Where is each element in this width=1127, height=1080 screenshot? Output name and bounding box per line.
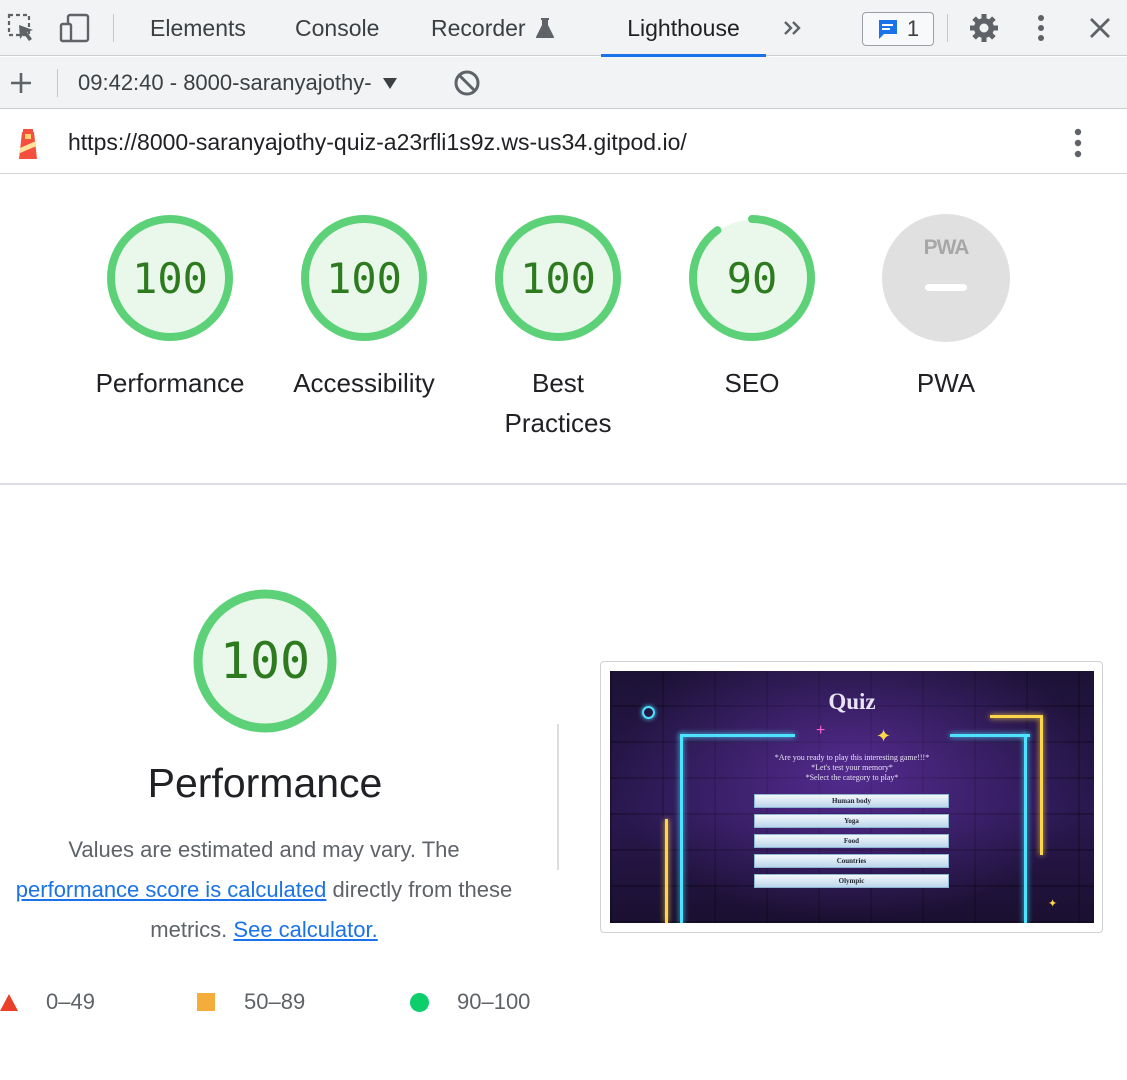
tab-console-label: Console	[295, 14, 380, 41]
final-screenshot-frame[interactable]: + ✦ ✦ Quiz *Are you ready to play this i…	[600, 661, 1103, 933]
average-square-icon	[197, 993, 215, 1011]
performance-gauge-large: 100	[192, 588, 338, 734]
dropdown-triangle-icon	[382, 78, 397, 89]
final-screenshot: + ✦ ✦ Quiz *Are you ready to play this i…	[610, 671, 1094, 923]
message-icon	[878, 20, 897, 39]
toolbar-separator	[57, 69, 58, 97]
pass-circle-icon	[410, 992, 429, 1012]
tab-recorder[interactable]: Recorder	[431, 0, 555, 56]
legend-average: 50–89	[197, 985, 305, 1019]
report-url[interactable]: https://8000-saranyajothy-quiz-a23rfli1s…	[68, 110, 687, 174]
toolbar-separator	[113, 14, 114, 42]
neon-line	[1024, 734, 1027, 923]
neon-plus-icon: +	[816, 722, 826, 739]
quiz-intro-line: *Are you ready to play this interesting …	[774, 753, 930, 762]
legend-pass-range: 90–100	[457, 989, 531, 1014]
devtools-tab-bar: Elements Console Recorder Lighthouse 1	[0, 0, 1127, 57]
neon-star-icon: ✦	[1048, 898, 1058, 910]
neon-line	[950, 734, 1030, 737]
tab-elements-label: Elements	[150, 14, 246, 41]
report-url-bar: https://8000-saranyajothy-quiz-a23rfli1s…	[0, 110, 1127, 174]
quiz-intro-line: *Select the category to play*	[805, 773, 899, 782]
neon-star-icon: ✦	[876, 726, 892, 746]
quiz-title: Quiz	[828, 689, 876, 714]
report-menu-kebab-icon[interactable]	[1068, 127, 1088, 164]
performance-score-large: 100	[219, 632, 311, 690]
new-report-plus-icon[interactable]	[8, 57, 34, 109]
quiz-category-button: Food	[754, 834, 949, 848]
legend-fail: 0–49	[0, 985, 95, 1019]
lighthouse-toolbar: 09:42:40 - 8000-saranyajothy-	[0, 57, 1127, 109]
vertical-divider	[557, 724, 559, 870]
neon-line	[1040, 715, 1043, 855]
more-options-kebab-icon[interactable]	[1031, 0, 1051, 56]
more-tabs-chevron-icon[interactable]	[782, 0, 804, 56]
fail-triangle-icon	[0, 993, 18, 1011]
section-divider	[0, 483, 1127, 485]
gauge-performance-label: Performance	[95, 368, 245, 398]
tab-elements[interactable]: Elements	[150, 0, 246, 56]
description-text: Values are estimated and may vary. The	[68, 837, 460, 862]
neon-line	[680, 734, 795, 737]
gauge-pwa-label: PWA	[916, 368, 976, 398]
experiment-flask-icon	[535, 18, 554, 38]
quiz-category-button: Human body	[754, 794, 949, 808]
gauge-accessibility-label: Accessibility	[293, 368, 435, 398]
gauge-best-practices[interactable]: 100	[494, 214, 622, 342]
lighthouse-logo-icon	[14, 126, 42, 165]
inspect-element-icon[interactable]	[6, 0, 38, 56]
quiz-category-button: Olympic	[754, 874, 949, 888]
gauge-best-practices-score: 100	[520, 253, 596, 303]
neon-line	[680, 734, 683, 923]
score-calculation-link[interactable]: performance score is calculated	[16, 877, 327, 902]
toolbar-separator	[947, 14, 948, 42]
category-gauges: 100 Performance 100 Accessibility 100 Be…	[0, 175, 1127, 483]
see-calculator-link[interactable]: See calculator.	[233, 917, 377, 942]
legend-average-range: 50–89	[244, 989, 306, 1014]
performance-heading: Performance	[147, 760, 383, 806]
tab-lighthouse-label: Lighthouse	[627, 14, 740, 41]
legend-fail-range: 0–49	[46, 989, 95, 1014]
neon-line	[990, 715, 1040, 718]
device-toolbar-icon[interactable]	[58, 0, 92, 56]
settings-gear-icon[interactable]	[968, 0, 1000, 56]
report-select-value: 09:42:40 - 8000-saranyajothy-	[78, 70, 372, 95]
legend-pass: 90–100	[410, 985, 530, 1019]
clear-reports-block-icon[interactable]	[452, 57, 482, 109]
neon-line	[665, 819, 668, 923]
gauge-best-practices-label: Best Practices	[504, 368, 612, 438]
issues-count: 1	[906, 16, 920, 41]
quiz-intro-line: *Let's test your memory*	[811, 763, 893, 772]
tab-recorder-label: Recorder	[431, 14, 526, 41]
gauge-performance[interactable]: 100	[106, 214, 234, 342]
gauge-pwa[interactable]: PWA	[882, 214, 1010, 342]
tab-console[interactable]: Console	[295, 0, 379, 56]
issues-counter-button[interactable]: 1	[862, 12, 934, 46]
gauge-accessibility-score: 100	[326, 253, 402, 303]
gauge-accessibility[interactable]: 100	[300, 214, 428, 342]
report-select-dropdown[interactable]: 09:42:40 - 8000-saranyajothy-	[78, 57, 398, 109]
close-devtools-icon[interactable]	[1086, 0, 1114, 56]
gauge-seo-score: 90	[726, 253, 778, 303]
gauge-seo-label: SEO	[724, 368, 780, 398]
quiz-category-button: Countries	[754, 854, 949, 868]
gauge-seo[interactable]: 90	[688, 214, 816, 342]
pwa-badge-text: PWA	[923, 236, 970, 259]
gauge-performance-score: 100	[132, 253, 208, 303]
tab-lighthouse[interactable]: Lighthouse	[601, 0, 766, 57]
quiz-category-button: Yoga	[754, 814, 949, 828]
performance-description: Values are estimated and may vary. The p…	[8, 830, 520, 950]
